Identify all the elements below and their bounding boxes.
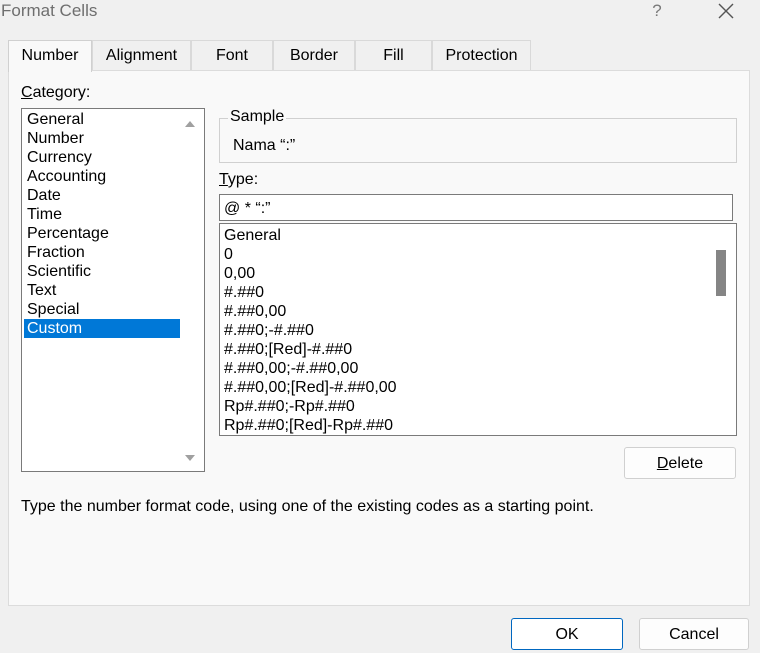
format-code-item[interactable]: #.##0;-#.##0 xyxy=(224,321,314,340)
cancel-button[interactable]: Cancel xyxy=(639,618,749,650)
category-item-custom[interactable]: Custom xyxy=(24,319,180,338)
format-code-item[interactable]: General xyxy=(224,226,281,245)
category-item-date[interactable]: Date xyxy=(24,186,180,205)
format-list-scrollbar-thumb[interactable] xyxy=(716,250,726,296)
close-button[interactable] xyxy=(709,0,741,24)
sample-group xyxy=(219,118,737,163)
format-code-item[interactable]: #.##0,00;[Red]-#.##0,00 xyxy=(224,378,397,397)
category-item-scientific[interactable]: Scientific xyxy=(24,262,180,281)
format-code-item[interactable]: #.##0 xyxy=(224,283,264,302)
delete-button[interactable]: Delete xyxy=(624,447,736,479)
format-code-item[interactable]: #.##0,00 xyxy=(224,302,286,321)
format-code-item[interactable]: 0 xyxy=(224,245,233,264)
close-icon xyxy=(718,3,734,19)
category-item-time[interactable]: Time xyxy=(24,205,180,224)
ok-button[interactable]: OK xyxy=(511,618,623,650)
title-bar: Format Cells ? xyxy=(0,0,760,28)
category-item-currency[interactable]: Currency xyxy=(24,148,180,167)
category-item-fraction[interactable]: Fraction xyxy=(24,243,180,262)
tab-alignment[interactable]: Alignment xyxy=(92,40,191,70)
format-code-list[interactable]: General 0 0,00 #.##0 #.##0,00 #.##0;-#.#… xyxy=(219,223,737,436)
format-code-item[interactable]: 0,00 xyxy=(224,264,255,283)
format-description: Type the number format code, using one o… xyxy=(21,498,594,515)
type-input[interactable]: @ * “:” xyxy=(219,194,733,221)
scroll-down-arrow-icon[interactable] xyxy=(182,451,198,465)
scroll-up-arrow-icon[interactable] xyxy=(182,117,198,131)
category-list[interactable]: General Number Currency Accounting Date … xyxy=(21,108,205,472)
tab-font[interactable]: Font xyxy=(191,40,273,70)
help-button[interactable]: ? xyxy=(646,0,668,24)
format-code-item[interactable]: Rp#.##0;-Rp#.##0 xyxy=(224,397,355,416)
format-code-item[interactable]: Rp#.##0;[Red]-Rp#.##0 xyxy=(224,416,393,435)
tab-fill[interactable]: Fill xyxy=(355,40,432,70)
type-label: Type: xyxy=(219,171,259,188)
window-title: Format Cells xyxy=(1,1,98,20)
category-item-text[interactable]: Text xyxy=(24,281,180,300)
sample-value: Nama “:” xyxy=(233,137,296,154)
format-code-item[interactable]: #.##0,00;-#.##0,00 xyxy=(224,359,358,378)
tab-number[interactable]: Number xyxy=(8,40,92,72)
category-item-accounting[interactable]: Accounting xyxy=(24,167,180,186)
category-item-general[interactable]: General xyxy=(24,110,180,129)
sample-legend: Sample xyxy=(228,108,287,126)
tab-border[interactable]: Border xyxy=(273,40,355,70)
category-item-number[interactable]: Number xyxy=(24,129,180,148)
category-item-special[interactable]: Special xyxy=(24,300,180,319)
tab-protection[interactable]: Protection xyxy=(432,40,531,70)
category-item-percentage[interactable]: Percentage xyxy=(24,224,180,243)
category-label: Category: xyxy=(21,84,91,101)
format-code-item[interactable]: #.##0;[Red]-#.##0 xyxy=(224,340,352,359)
